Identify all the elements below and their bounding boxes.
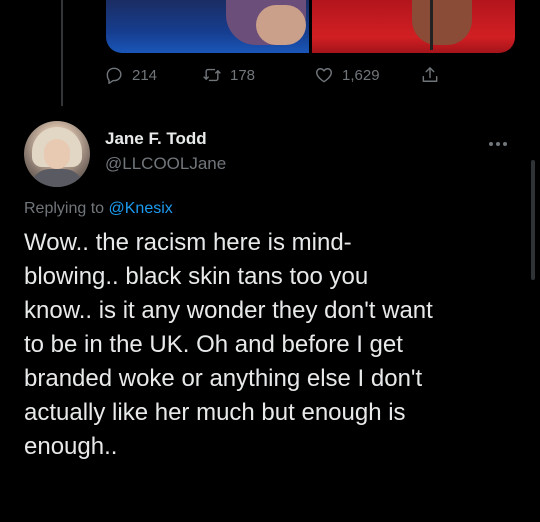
reply-button[interactable]: 214: [104, 63, 157, 87]
tweet-line: Wow.. the racism here is mind-: [24, 229, 352, 256]
tweet-line: enough..: [24, 433, 118, 460]
thread-connector: [61, 0, 63, 106]
media-preview[interactable]: [106, 0, 515, 53]
scrollbar[interactable]: [531, 160, 535, 280]
like-icon: [316, 68, 332, 83]
replying-prefix: Replying to: [24, 200, 105, 217]
replying-to: Replying to @Knesix: [24, 200, 173, 218]
reply-count: 214: [132, 66, 158, 84]
retweet-count: 178: [230, 66, 256, 84]
tweet-line: know.. is it any wonder they don't want: [24, 297, 433, 324]
tweet-action-bar: 214 178 1,629: [104, 63, 464, 87]
more-icon[interactable]: [489, 139, 513, 149]
share-icon: [422, 67, 438, 82]
tweet-line: blowing.. black skin tans too you: [24, 263, 369, 290]
tweet-line: actually like her much but enough is: [24, 399, 406, 426]
author-name[interactable]: Jane F. Todd: [105, 129, 207, 149]
like-count: 1,629: [342, 66, 380, 84]
media-image-left[interactable]: [106, 0, 309, 53]
retweet-icon: [203, 68, 221, 82]
share-button[interactable]: [420, 63, 440, 87]
tweet-line: branded woke or anything else I don't: [24, 365, 423, 392]
media-image-right[interactable]: [312, 0, 515, 53]
replying-to-link[interactable]: @Knesix: [109, 200, 173, 217]
author-handle[interactable]: @LLCOOLJane: [105, 154, 226, 174]
avatar[interactable]: [24, 121, 90, 187]
retweet-button[interactable]: 178: [202, 63, 255, 87]
tweet-line: to be in the UK. Oh and before I get: [24, 331, 403, 358]
reply-icon: [106, 67, 122, 85]
like-button[interactable]: 1,629: [314, 63, 380, 87]
tweet-body: Wow.. the racism here is mind- blowing..…: [24, 226, 524, 464]
